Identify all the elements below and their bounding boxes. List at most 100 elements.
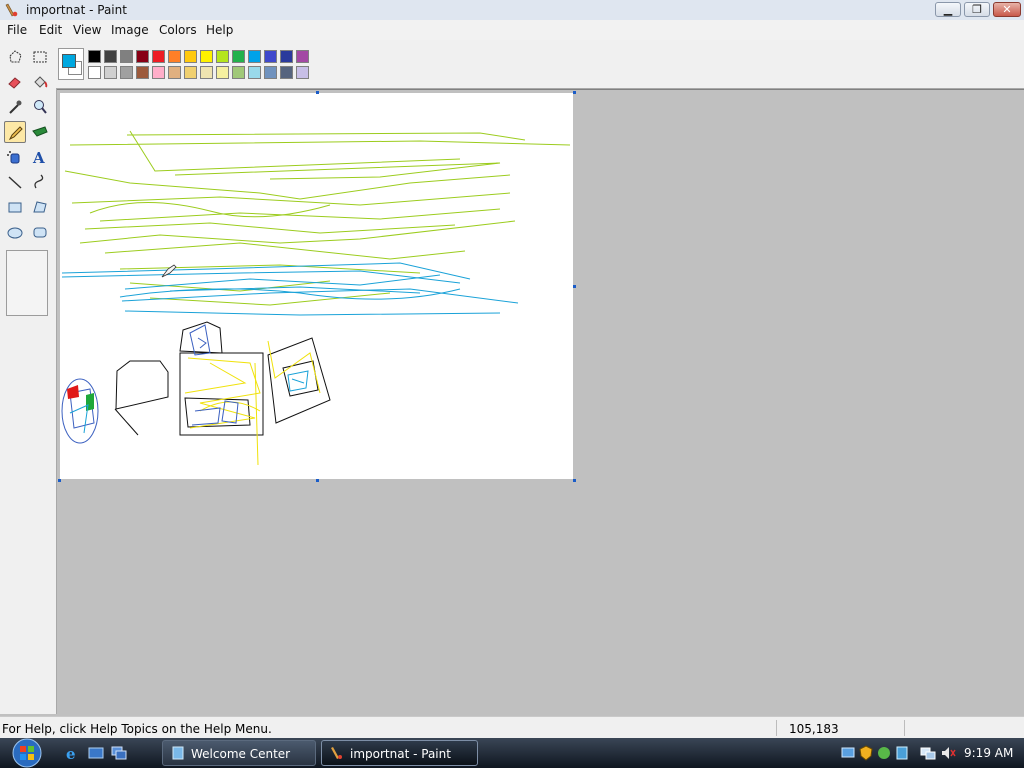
rectangle-icon [8,202,22,213]
brush-tool[interactable] [29,121,51,143]
menu-view[interactable]: View [73,23,101,37]
airbrush-icon [7,151,20,164]
palette-swatch[interactable] [168,50,181,63]
fill-bucket-icon [34,76,48,88]
rounded-rectangle-icon [33,227,47,238]
network-tray-icon[interactable] [840,745,856,761]
palette-swatch[interactable] [248,66,261,79]
fill-tool[interactable] [29,71,51,93]
start-button[interactable] [10,738,44,768]
show-desktop-icon[interactable] [88,745,104,761]
taskbar-label: importnat - Paint [350,747,451,761]
close-button[interactable]: ✕ [993,2,1021,17]
current-colors[interactable] [58,48,84,80]
switch-windows-icon[interactable] [111,745,127,761]
palette-swatch[interactable] [120,66,133,79]
palette-swatch[interactable] [184,50,197,63]
palette-swatch[interactable] [248,50,261,63]
line-icon [8,176,22,189]
palette-swatch[interactable] [136,50,149,63]
line-tool[interactable] [4,171,26,193]
palette-swatch[interactable] [88,50,101,63]
palette-swatch[interactable] [104,50,117,63]
resize-handle-corner[interactable] [573,479,576,482]
palette-swatch[interactable] [152,50,165,63]
curve-icon [34,174,44,189]
resize-handle-top-right [573,91,576,94]
palette-swatch[interactable] [184,66,197,79]
ellipse-icon [7,227,23,239]
ellipse-tool[interactable] [4,221,26,243]
palette-swatch[interactable] [232,66,245,79]
status-divider [776,720,777,736]
windows-logo-icon [20,746,26,752]
palette-swatch[interactable] [216,66,229,79]
maximize-button[interactable]: ❐ [964,2,990,17]
rectangle-tool[interactable] [4,196,26,218]
airbrush-tool[interactable] [4,146,26,168]
menu-colors[interactable]: Colors [159,23,197,37]
palette-swatch[interactable] [104,66,117,79]
palette-swatch[interactable] [232,50,245,63]
taskbar-welcome-center[interactable]: Welcome Center [162,740,316,766]
windows-defender-icon[interactable] [876,745,892,761]
pencil-tool[interactable] [4,121,26,143]
palette-swatch[interactable] [216,50,229,63]
palette-swatch[interactable] [200,50,213,63]
taskbar-paint[interactable]: importnat - Paint [321,740,478,766]
palette-swatch[interactable] [88,66,101,79]
palette-swatch[interactable] [264,50,277,63]
select-icon [33,51,47,63]
palette-swatch[interactable] [120,50,133,63]
magnifier-tool[interactable] [29,96,51,118]
free-form-select-icon [9,50,22,63]
network-connection-icon[interactable] [920,745,936,761]
palette-swatch[interactable] [152,66,165,79]
eraser-tool[interactable] [4,71,26,93]
internet-explorer-icon[interactable]: e [64,745,80,761]
palette-swatch[interactable] [264,66,277,79]
text-tool[interactable]: A [29,146,51,168]
pencil-icon [8,126,23,141]
palette-swatch[interactable] [296,50,309,63]
sidebar-tray-icon[interactable] [894,745,910,761]
menu-edit[interactable]: Edit [39,23,62,37]
palette-swatch[interactable] [136,66,149,79]
resize-handle-bottom-left [58,479,61,482]
palette-swatch[interactable] [280,50,293,63]
pick-color-tool[interactable] [4,96,26,118]
window-title: importnat - Paint [26,3,127,17]
minimize-icon: ▁ [943,3,953,16]
tool-options-box[interactable] [6,250,48,316]
select-tool[interactable] [29,46,51,68]
menu-help[interactable]: Help [206,23,233,37]
menu-file[interactable]: File [7,23,27,37]
polygon-icon [33,201,47,213]
rounded-rectangle-tool[interactable] [29,221,51,243]
resize-handle-right[interactable] [573,285,576,288]
polygon-tool[interactable] [29,196,51,218]
menu-image[interactable]: Image [111,23,149,37]
status-divider [904,720,905,736]
toolbox: A [0,40,57,714]
brush-icon [32,126,48,137]
palette-swatch[interactable] [200,66,213,79]
taskbar-clock[interactable]: 9:19 AM [964,746,1013,760]
curve-tool[interactable] [29,171,51,193]
palette-swatch[interactable] [296,66,309,79]
eraser-icon [8,77,21,89]
volume-muted-icon[interactable] [940,745,956,761]
minimize-button[interactable]: ▁ [935,2,961,17]
canvas-workspace [57,89,1024,715]
text-icon: A [32,149,45,166]
security-shield-icon[interactable] [858,745,874,761]
svg-text:A: A [32,149,45,166]
resize-handle-bottom[interactable] [316,479,319,482]
palette-swatch[interactable] [280,66,293,79]
status-bar: For Help, click Help Topics on the Help … [0,716,1024,739]
drawing-canvas[interactable] [60,93,573,479]
palette-swatch[interactable] [168,66,181,79]
title-bar: importnat - Paint ▁ ❐ ✕ [0,0,1024,21]
menu-bar: File Edit View Image Colors Help [0,20,1024,40]
free-form-select-tool[interactable] [4,46,26,68]
